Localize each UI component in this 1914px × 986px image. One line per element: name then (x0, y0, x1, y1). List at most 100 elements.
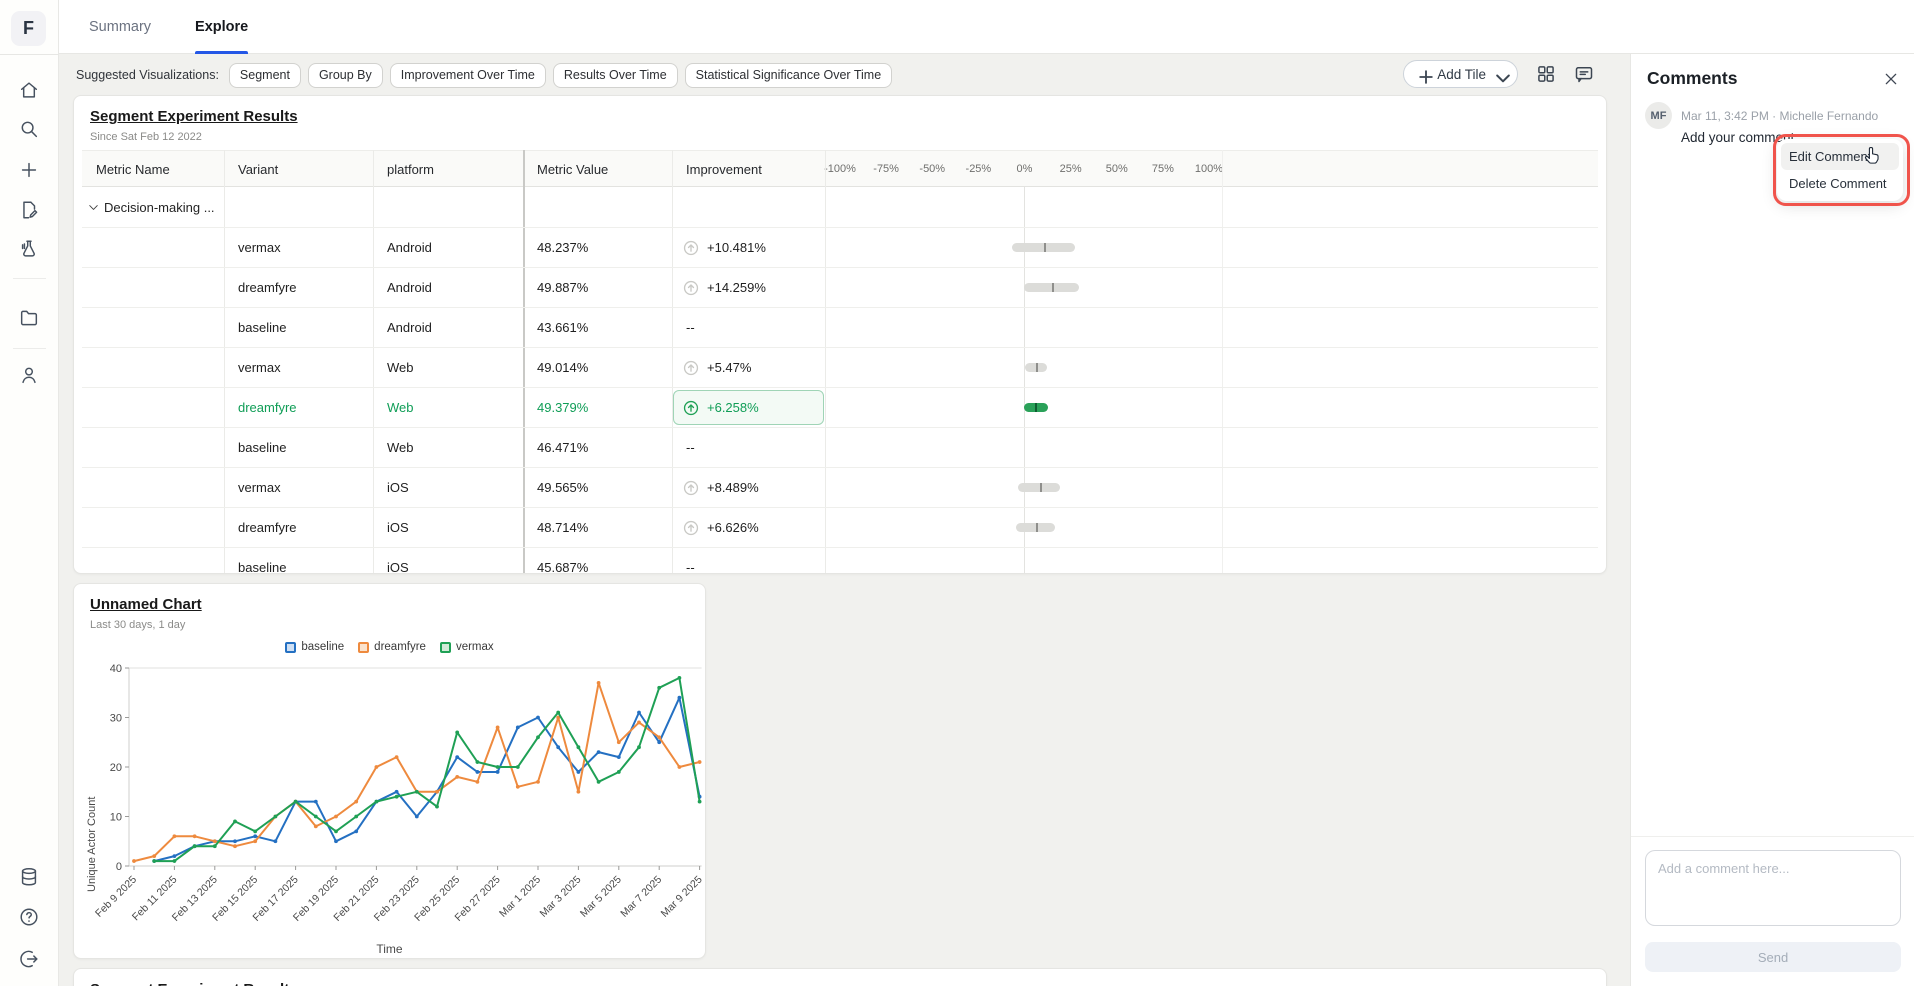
suggestion-pill-group-by[interactable]: Group By (308, 63, 383, 88)
chevron-down-icon (1493, 68, 1505, 80)
cell-metric-value: 45.687% (537, 548, 588, 574)
database-icon[interactable] (18, 866, 40, 888)
table-row[interactable]: vermaxAndroid48.237%+10.481% (82, 228, 1598, 268)
legend-swatch (440, 642, 451, 653)
suggestion-pill-statistical-significance-over-time[interactable]: Statistical Significance Over Time (685, 63, 893, 88)
series-vermax (154, 678, 699, 861)
logout-icon[interactable] (18, 948, 40, 970)
table-row[interactable]: baselineWeb46.471%-- (82, 428, 1598, 468)
chart-card-title[interactable]: Unnamed Chart (90, 596, 202, 613)
cell-metric-value: 48.714% (537, 508, 588, 548)
table-row[interactable]: vermaxWeb49.014%+5.47% (82, 348, 1598, 388)
svg-text:Mar 7 2025: Mar 7 2025 (618, 874, 664, 920)
table-row[interactable]: vermaxiOS49.565%+8.489% (82, 468, 1598, 508)
cell-improvement: +8.489% (707, 468, 759, 508)
cell-platform: Web (387, 388, 414, 428)
cell-metric-value: 46.471% (537, 428, 588, 468)
person-icon[interactable] (18, 364, 40, 386)
avatar: MF (1645, 102, 1672, 129)
cell-improvement: -- (686, 548, 695, 574)
suggestion-pill-results-over-time[interactable]: Results Over Time (553, 63, 678, 88)
axis-tick-label: -50% (919, 151, 945, 188)
menu-item-delete-comment[interactable]: Delete Comment (1781, 170, 1899, 197)
top-bar: Summary Explore (59, 0, 1914, 54)
cell-platform: Web (387, 428, 414, 468)
table-row[interactable]: dreamfyreiOS48.714%+6.626% (82, 508, 1598, 548)
comment-text: Add your comment (1681, 130, 1794, 145)
suggestion-pill-improvement-over-time[interactable]: Improvement Over Time (390, 63, 546, 88)
cell-metric-value: 48.237% (537, 228, 588, 268)
axis-tick-label: -100% (824, 151, 856, 188)
close-icon[interactable] (1883, 71, 1899, 87)
menu-item-edit-comment[interactable]: Edit Comment (1781, 143, 1899, 170)
legend-item-vermax[interactable]: vermax (440, 641, 494, 653)
suggestion-pill-segment[interactable]: Segment (229, 63, 301, 88)
metric-group-label: Decision-making ... (104, 187, 215, 228)
axis-tick-label: 75% (1152, 151, 1174, 188)
cell-variant: vermax (238, 348, 281, 388)
plus-icon (1416, 67, 1430, 81)
svg-text:30: 30 (110, 713, 122, 725)
legend-item-baseline[interactable]: baseline (285, 641, 344, 653)
flask-icon[interactable] (18, 238, 40, 260)
add-tile-label: Add Tile (1437, 67, 1486, 82)
main-content: Suggested Visualizations: SegmentGroup B… (59, 54, 1630, 986)
grid-icon[interactable] (1536, 64, 1556, 84)
cell-improvement: +6.626% (707, 508, 759, 548)
table-row[interactable]: dreamfyreWeb49.379%+6.258% (82, 388, 1598, 428)
arrow-up-circle-icon (682, 519, 700, 537)
comment-input[interactable] (1645, 850, 1901, 926)
add-tile-button[interactable]: Add Tile (1403, 60, 1518, 88)
svg-text:20: 20 (110, 762, 122, 774)
table-row[interactable]: baselineAndroid43.661%-- (82, 308, 1598, 348)
metric-group-row[interactable]: Decision-making ... (82, 187, 1598, 228)
cell-improvement: +14.259% (707, 268, 766, 308)
cell-metric-value: 49.565% (537, 468, 588, 508)
axis-tick-label: 100% (1195, 151, 1223, 188)
suggested-visualizations-bar: Suggested Visualizations: SegmentGroup B… (76, 62, 892, 88)
unnamed-chart-card: Unnamed Chart Last 30 days, 1 day baseli… (73, 583, 706, 959)
chevron-down-icon[interactable] (87, 201, 100, 214)
compose-icon[interactable] (18, 199, 40, 221)
search-icon[interactable] (18, 118, 40, 140)
tab-summary[interactable]: Summary (89, 0, 151, 54)
cell-variant: baseline (238, 548, 286, 574)
column-header-improvement: Improvement (686, 151, 762, 188)
cell-variant: dreamfyre (238, 388, 297, 428)
help-icon[interactable] (18, 906, 40, 928)
axis-tick-label: 0% (1017, 151, 1033, 188)
folder-icon[interactable] (18, 307, 40, 329)
legend-item-dreamfyre[interactable]: dreamfyre (358, 641, 426, 653)
cell-variant: baseline (238, 428, 286, 468)
cell-platform: Android (387, 308, 432, 348)
table-row[interactable]: dreamfyreAndroid49.887%+14.259% (82, 268, 1598, 308)
table-header: Metric NameVariantplatformMetric ValueIm… (82, 150, 1598, 187)
tab-explore[interactable]: Explore (195, 0, 248, 54)
results-card-title[interactable]: Segment Experiment Results (90, 108, 298, 125)
cell-metric-value: 49.014% (537, 348, 588, 388)
series-baseline (154, 698, 699, 861)
series-dreamfyre (134, 683, 700, 861)
svg-text:Mar 5 2025: Mar 5 2025 (578, 874, 624, 920)
rail-divider (0, 54, 59, 55)
cell-variant: vermax (238, 228, 281, 268)
chart-card-subtitle: Last 30 days, 1 day (90, 619, 185, 631)
second-results-card: Segment Experiment Results (73, 968, 1607, 986)
comment-bubble-icon[interactable] (1574, 64, 1594, 84)
send-button[interactable]: Send (1645, 942, 1901, 972)
arrow-up-circle-icon (682, 279, 700, 297)
second-results-card-title[interactable]: Segment Experiment Results (90, 981, 298, 986)
comments-panel: Comments MF Mar 11, 3:42 PM · Michelle F… (1630, 54, 1914, 986)
table-row[interactable]: baselineiOS45.687%-- (82, 548, 1598, 574)
plus-icon[interactable] (18, 159, 40, 181)
axis-tick-label: -75% (873, 151, 899, 188)
app-logo[interactable]: F (11, 11, 46, 46)
chart-x-axis-label: Time (74, 942, 705, 956)
cell-platform: iOS (387, 508, 409, 548)
axis-tick-label: 50% (1106, 151, 1128, 188)
cell-platform: Android (387, 228, 432, 268)
home-icon[interactable] (18, 79, 40, 101)
column-header-metric-value: Metric Value (537, 151, 608, 188)
tile-controls: Add Tile (1403, 60, 1594, 88)
cell-improvement: -- (686, 308, 695, 348)
